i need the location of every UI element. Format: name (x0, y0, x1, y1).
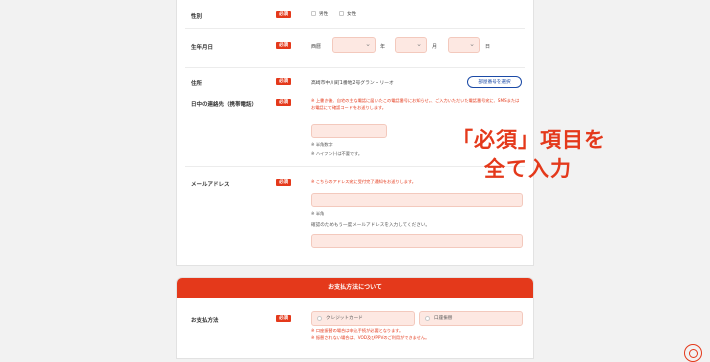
gender-female-label[interactable]: 女性 (347, 11, 356, 17)
day-unit: 日 (485, 44, 491, 50)
phone-input[interactable] (311, 124, 387, 138)
phone-label: 日中の連絡先（携帯電話） (191, 102, 258, 108)
month-unit: 月 (432, 44, 438, 50)
gender-male-label[interactable]: 男性 (319, 11, 328, 17)
phone-hint-hyphen: ※ ハイフン(-)は不要です。 (311, 151, 363, 156)
payment-note-2: ※ 振替されない場合は、VOD及びPPVのご利用ができません。 (311, 335, 430, 340)
annotation-line-1: 「必須」項目を (452, 128, 606, 152)
payment-note-1: ※ 口座振替の場合は申込手続が必要となります。 (311, 328, 404, 333)
required-badge: 必須 (276, 179, 291, 186)
email-label: メールアドレス (191, 182, 230, 188)
annotation-line-2: 全て入力 (484, 157, 572, 181)
required-badge: 必須 (276, 315, 291, 322)
payment-method-label: お支払方法 (191, 318, 219, 324)
payment-option-label[interactable]: クレジットカード (326, 315, 363, 321)
birth-year-select[interactable]: ⌄ (332, 37, 376, 53)
divider (185, 28, 525, 29)
chevron-down-icon: ⌄ (365, 40, 371, 48)
email-hint: ※ 半角 (311, 211, 325, 216)
gender-label: 性別 (191, 14, 203, 20)
gender-male-checkbox[interactable] (311, 11, 316, 16)
chevron-down-icon: ⌄ (416, 40, 422, 48)
phone-hint-digits: ※ 半角数字 (311, 142, 333, 147)
divider (185, 166, 525, 167)
divider (185, 67, 525, 68)
radio-button[interactable] (317, 316, 322, 321)
phone-note: ※ 上書き後、自宅の主な電話に届いたこの電話番号にお知らせ。、ご入力いただいた電… (311, 98, 520, 110)
payment-option-credit-card[interactable]: クレジットカード (311, 311, 415, 326)
email-note: ※ こちらのアドレス宛に受付完了通知をお送りします。 (311, 179, 416, 184)
address-value: 高崎市中川町1番地2号グラン・リーオ (311, 81, 394, 86)
required-badge: 必須 (276, 11, 291, 18)
birth-month-select[interactable]: ⌄ (395, 37, 427, 53)
required-badge: 必須 (276, 99, 291, 106)
radio-button[interactable] (425, 316, 430, 321)
required-badge: 必須 (276, 78, 291, 85)
chevron-down-icon: ⌄ (469, 40, 475, 48)
payment-section-title: お支払方法について (177, 278, 533, 298)
required-badge: 必須 (276, 42, 291, 49)
payment-option-bank-transfer[interactable]: 口座振替 (419, 311, 523, 326)
email-confirm-input[interactable] (311, 234, 523, 248)
select-room-number-button[interactable]: 部屋番号を選択 (467, 76, 522, 88)
payment-option-label[interactable]: 口座振替 (434, 315, 452, 321)
gender-female-checkbox[interactable] (339, 11, 344, 16)
birthday-label: 生年月日 (191, 45, 214, 51)
email-confirm-label: 確認のためもう一度メールアドレスを入力してください。 (311, 223, 431, 228)
email-input[interactable] (311, 193, 523, 207)
logo-stamp-icon (684, 344, 702, 362)
era-label: 西暦 (311, 44, 322, 50)
birth-day-select[interactable]: ⌄ (448, 37, 480, 53)
payment-card: お支払方法について お支払方法 必須 クレジットカード 口座振替 ※ 口座振替の… (176, 277, 534, 359)
address-label: 住所 (191, 81, 203, 87)
year-unit: 年 (380, 44, 386, 50)
